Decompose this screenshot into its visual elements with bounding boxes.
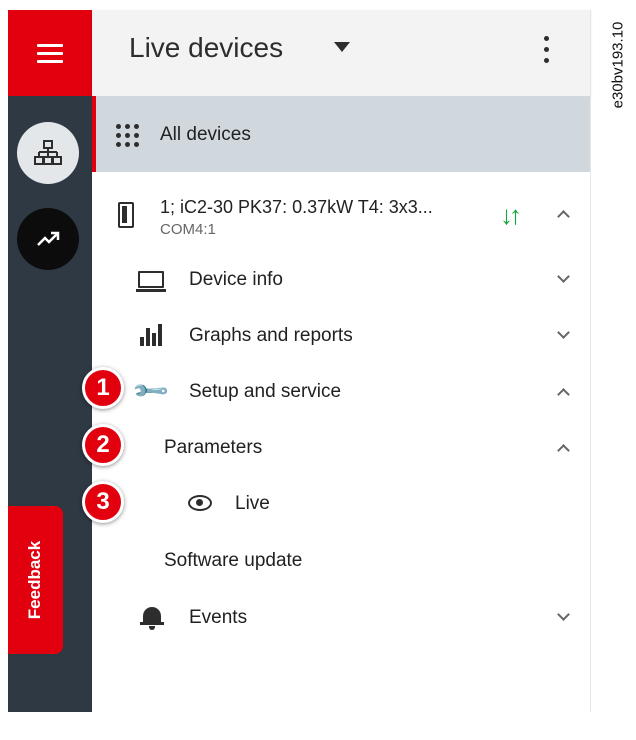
bell-icon	[140, 604, 164, 630]
callout-badge: 3	[82, 481, 124, 523]
hamburger-menu-icon	[37, 39, 63, 68]
device-port: COM4:1	[160, 221, 216, 238]
chevron-up-icon[interactable]	[557, 210, 570, 223]
page-title: Live devices	[129, 32, 284, 63]
callout-badge: 2	[82, 424, 124, 466]
chevron-down-icon[interactable]	[557, 608, 570, 621]
tree-item-device-info[interactable]: Device info	[92, 252, 590, 308]
wrench-icon: 🔧	[130, 371, 172, 412]
title-dropdown-caret-icon[interactable]	[334, 42, 350, 52]
tree-item-label: Live	[235, 493, 270, 514]
tree-item-software-update[interactable]: Software update	[92, 533, 590, 589]
apps-grid-icon	[116, 124, 140, 147]
tree-item-label: Setup and service	[189, 381, 342, 402]
tree-item-label: Graphs and reports	[189, 325, 353, 346]
device-item[interactable]: 1; iC2-30 PK37: 0.37kW T4: 3x3... COM4:1…	[92, 190, 590, 260]
feedback-label: Feedback	[25, 540, 45, 620]
chevron-up-icon[interactable]	[557, 444, 570, 457]
chevron-up-icon[interactable]	[557, 388, 570, 401]
bar-chart-icon	[138, 324, 164, 346]
transfer-arrows-icon: ↓↑	[500, 200, 522, 230]
network-view-button[interactable]	[17, 122, 79, 184]
chevron-down-icon[interactable]	[557, 270, 570, 283]
menu-button[interactable]	[8, 10, 92, 96]
more-options-icon[interactable]	[544, 36, 554, 69]
figure-reference-code: e30bv193.10	[609, 21, 627, 109]
divider	[590, 10, 591, 712]
tree-item-parameters[interactable]: Parameters	[92, 420, 590, 476]
trend-icon	[37, 231, 60, 246]
panel-header: Live devices	[92, 10, 590, 96]
laptop-icon	[136, 271, 166, 292]
all-devices-label: All devices	[160, 124, 251, 145]
device-name: 1; iC2-30 PK37: 0.37kW T4: 3x3...	[160, 197, 433, 217]
network-icon	[34, 140, 62, 165]
tree-item-label: Software update	[164, 550, 303, 571]
all-devices-item[interactable]: All devices	[92, 96, 590, 172]
device-panel: Live devices All devices 1; iC2-30 PK37:…	[92, 10, 590, 712]
figure-reference: e30bv193.10	[606, 10, 630, 120]
feedback-button[interactable]: Feedback	[8, 506, 63, 654]
tree-item-live[interactable]: Live	[92, 476, 590, 532]
tree-item-graphs-and-reports[interactable]: Graphs and reports	[92, 308, 590, 364]
trend-view-button[interactable]	[17, 208, 79, 270]
tree-item-events[interactable]: Events	[92, 590, 590, 646]
tree-item-setup-and-service[interactable]: 🔧 Setup and service	[92, 364, 590, 420]
left-rail: Feedback	[8, 10, 92, 712]
callout-badge: 1	[82, 367, 124, 409]
drive-device-icon	[118, 202, 134, 228]
eye-icon	[188, 495, 212, 511]
chevron-down-icon[interactable]	[557, 326, 570, 339]
tree-item-label: Parameters	[164, 437, 263, 458]
tree-item-label: Events	[189, 607, 248, 628]
tree-item-label: Device info	[189, 269, 283, 290]
